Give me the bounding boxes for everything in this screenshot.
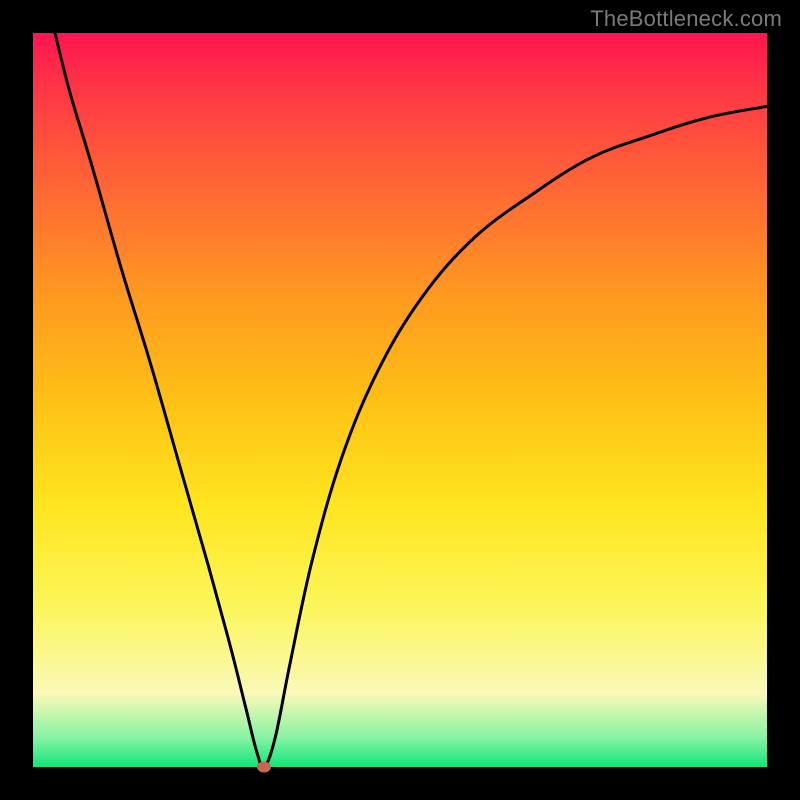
optimal-point-marker (257, 762, 271, 773)
plot-area (33, 33, 767, 767)
watermark-text: TheBottleneck.com (590, 6, 782, 32)
curve-svg (33, 33, 767, 767)
chart-frame: TheBottleneck.com (0, 0, 800, 800)
bottleneck-curve (55, 33, 767, 767)
